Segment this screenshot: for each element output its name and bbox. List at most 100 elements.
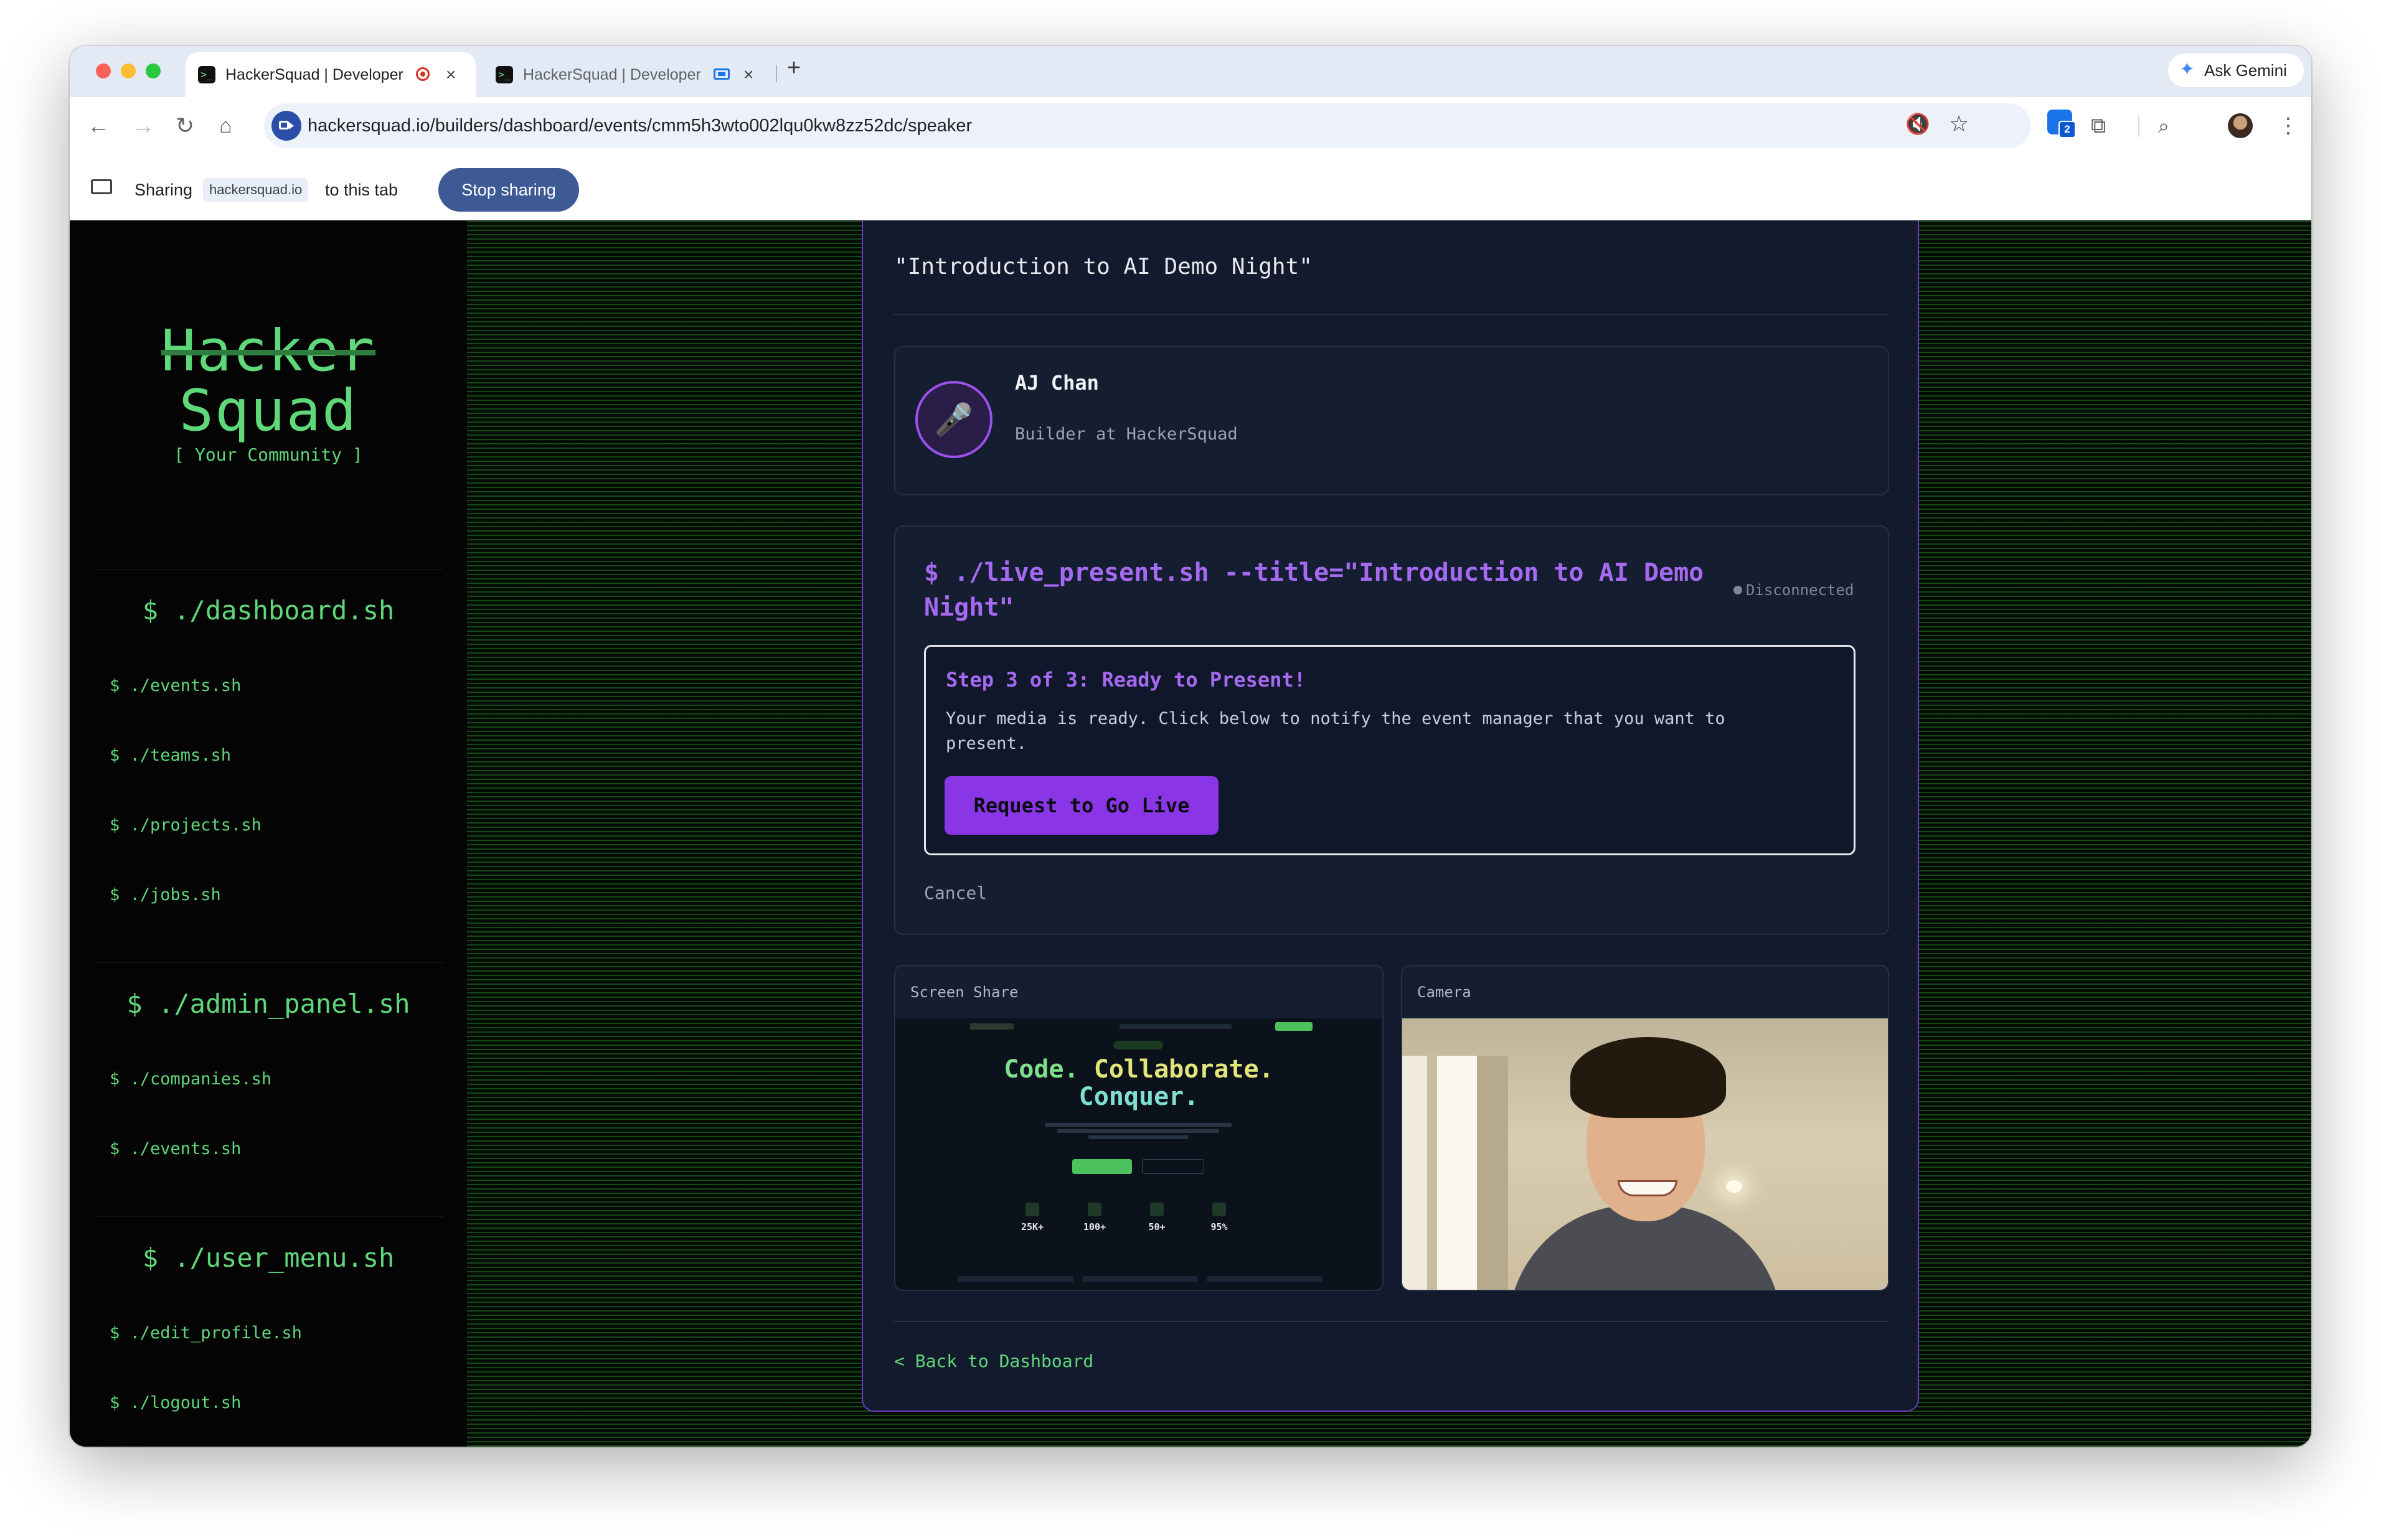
sidebar-item-edit-profile[interactable]: $ ./edit_profile.sh: [110, 1323, 302, 1343]
tab-title: HackerSquad | Developer: [225, 66, 403, 83]
camera-label: Camera: [1417, 984, 1471, 1001]
url-text: hackersquad.io/builders/dashboard/events…: [308, 116, 973, 136]
status-text: Disconnected: [1746, 581, 1854, 599]
camera-light-spot: [1726, 1180, 1742, 1193]
title-divider: [894, 314, 1888, 315]
close-window-button[interactable]: [96, 63, 111, 78]
screen-share-label: Screen Share: [910, 984, 1019, 1001]
camera-door-frame: [1402, 1056, 1508, 1290]
recording-icon: [416, 67, 430, 81]
step-box: Step 3 of 3: Ready to Present! Your medi…: [924, 645, 1855, 855]
preview-pill: [1113, 1041, 1163, 1049]
sharing-screen-icon: [91, 179, 112, 194]
reload-icon[interactable]: ↻: [176, 111, 194, 141]
camera-permission-icon[interactable]: [271, 111, 301, 141]
speaker-panel: "Introduction to AI Demo Night" 🎤 AJ Cha…: [862, 220, 1919, 1412]
preview-stat-projects: 100+: [1083, 1221, 1106, 1232]
microphone-icon: 🎤: [915, 381, 992, 458]
forward-arrow-icon[interactable]: →: [132, 111, 154, 141]
new-tab-button[interactable]: +: [787, 55, 801, 82]
sidebar-item-jobs[interactable]: $ ./jobs.sh: [110, 885, 221, 904]
back-to-dashboard-link[interactable]: < Back to Dashboard: [894, 1351, 1093, 1371]
live-present-command: $ ./live_present.sh --title="Introductio…: [924, 555, 1704, 625]
speaker-role: Builder at HackerSquad: [1015, 425, 1238, 444]
screen-share-preview: Code. Collaborate. Conquer. 25K+ 100+ 50…: [895, 1018, 1382, 1290]
sidebar-item-projects[interactable]: $ ./projects.sh: [110, 815, 262, 835]
screen-share-icon: [714, 68, 730, 80]
preview-businesses: [1142, 1159, 1204, 1174]
command-line-2: Night": [924, 593, 1014, 622]
screen-share-card: Screen Share Code. Collaborate. Conquer.: [894, 965, 1384, 1291]
sidebar-item-admin-events[interactable]: $ ./events.sh: [110, 1139, 241, 1158]
browser-window: >_ HackerSquad | Developer × >_ HackerSq…: [70, 46, 2311, 1447]
page-viewport: Hacker Squad [ Your Community ] $ ./dash…: [70, 220, 2311, 1447]
ask-gemini-label: Ask Gemini: [2204, 61, 2287, 80]
sidebar-item-teams[interactable]: $ ./teams.sh: [110, 746, 231, 765]
preview-headline: Code. Collaborate. Conquer.: [895, 1056, 1382, 1110]
preview-get-started: [1072, 1159, 1132, 1174]
sharing-label: Sharing: [134, 181, 193, 199]
request-go-live-button[interactable]: Request to Go Live: [945, 776, 1219, 835]
preview-headline-conquer: Conquer.: [1078, 1082, 1199, 1111]
sidebar-item-events[interactable]: $ ./events.sh: [110, 676, 241, 695]
sidebar-heading-dashboard[interactable]: $ ./dashboard.sh: [70, 595, 467, 626]
tab-title: HackerSquad | Developer: [523, 66, 701, 83]
bookmark-star-icon[interactable]: ☆: [1949, 111, 1969, 137]
extension-icon[interactable]: 2: [2047, 110, 2076, 138]
preview-stat-partners: 50+: [1148, 1221, 1166, 1232]
browser-toolbar: ← → ↻ ⌂ hackersquad.io/builders/dashboar…: [70, 97, 2311, 154]
footer-divider: [894, 1321, 1888, 1322]
logo-tagline: [ Your Community ]: [174, 444, 363, 465]
sidebar-heading-admin-panel[interactable]: $ ./admin_panel.sh: [70, 988, 467, 1019]
sidebar-divider: [95, 569, 443, 570]
close-tab-icon[interactable]: ×: [446, 65, 456, 85]
speaker-card: 🎤 AJ Chan Builder at HackerSquad: [894, 346, 1889, 495]
ask-gemini-button[interactable]: ✦ Ask Gemini: [2168, 54, 2304, 87]
sidebar-item-companies[interactable]: $ ./companies.sh: [110, 1069, 271, 1089]
logo-hacker: Hacker: [161, 317, 376, 384]
to-this-tab-label: to this tab: [325, 181, 398, 199]
preview-nav: [970, 1022, 1319, 1031]
hackersquad-favicon-icon: >_: [496, 66, 513, 83]
tab-divider: [776, 65, 777, 82]
status-dot-icon: [1733, 586, 1742, 594]
logo[interactable]: Hacker Squad [ Your Community ]: [70, 317, 467, 466]
sidebar-divider: [95, 1216, 443, 1217]
tab-inactive[interactable]: >_ HackerSquad | Developer ×: [483, 52, 773, 97]
hackersquad-favicon-icon: >_: [198, 66, 215, 83]
step-title: Step 3 of 3: Ready to Present!: [946, 668, 1306, 692]
event-title: "Introduction to AI Demo Night": [894, 254, 1313, 279]
home-icon[interactable]: ⌂: [219, 111, 232, 141]
address-bar[interactable]: hackersquad.io/builders/dashboard/events…: [264, 103, 2031, 148]
camera-person-hair: [1570, 1037, 1726, 1118]
tab-search-icon[interactable]: ⌕: [2158, 111, 2169, 141]
sidebar-divider: [95, 962, 443, 963]
browser-menu-icon[interactable]: ⋮: [2278, 111, 2299, 141]
back-arrow-icon[interactable]: ←: [87, 111, 110, 141]
sidebar-item-logout[interactable]: $ ./logout.sh: [110, 1393, 241, 1412]
live-present-card: $ ./live_present.sh --title="Introductio…: [894, 525, 1889, 935]
tab-strip: >_ HackerSquad | Developer × >_ HackerSq…: [70, 46, 2311, 97]
preview-stat-satisfaction: 95%: [1210, 1221, 1228, 1232]
speaker-name: AJ Chan: [1015, 371, 1099, 395]
preview-subtext: [1045, 1120, 1232, 1142]
camera-card: Camera: [1401, 965, 1889, 1291]
tab-active[interactable]: >_ HackerSquad | Developer ×: [186, 52, 476, 97]
preview-bottom-bars: [958, 1276, 1331, 1282]
sidebar-heading-user-menu[interactable]: $ ./user_menu.sh: [70, 1242, 467, 1273]
cancel-link[interactable]: Cancel: [924, 883, 987, 903]
stop-sharing-button[interactable]: Stop sharing: [438, 168, 579, 212]
profile-avatar[interactable]: [2228, 113, 2253, 138]
step-description: Your media is ready. Click below to noti…: [946, 707, 1725, 756]
step-text-line-2: present.: [946, 734, 1027, 753]
muted-audio-icon[interactable]: 🔇: [1905, 112, 1930, 136]
camera-person-smile: [1618, 1180, 1677, 1196]
maximize-window-button[interactable]: [146, 63, 161, 78]
preview-stat-members: 25K+: [1021, 1221, 1044, 1232]
command-line-1: $ ./live_present.sh --title="Introductio…: [924, 558, 1704, 587]
minimize-window-button[interactable]: [121, 63, 136, 78]
camera-feed: [1402, 1018, 1888, 1290]
close-tab-icon[interactable]: ×: [743, 65, 753, 85]
extensions-puzzle-icon[interactable]: ⧉: [2091, 111, 2106, 141]
step-text-line-1: Your media is ready. Click below to noti…: [946, 709, 1725, 728]
